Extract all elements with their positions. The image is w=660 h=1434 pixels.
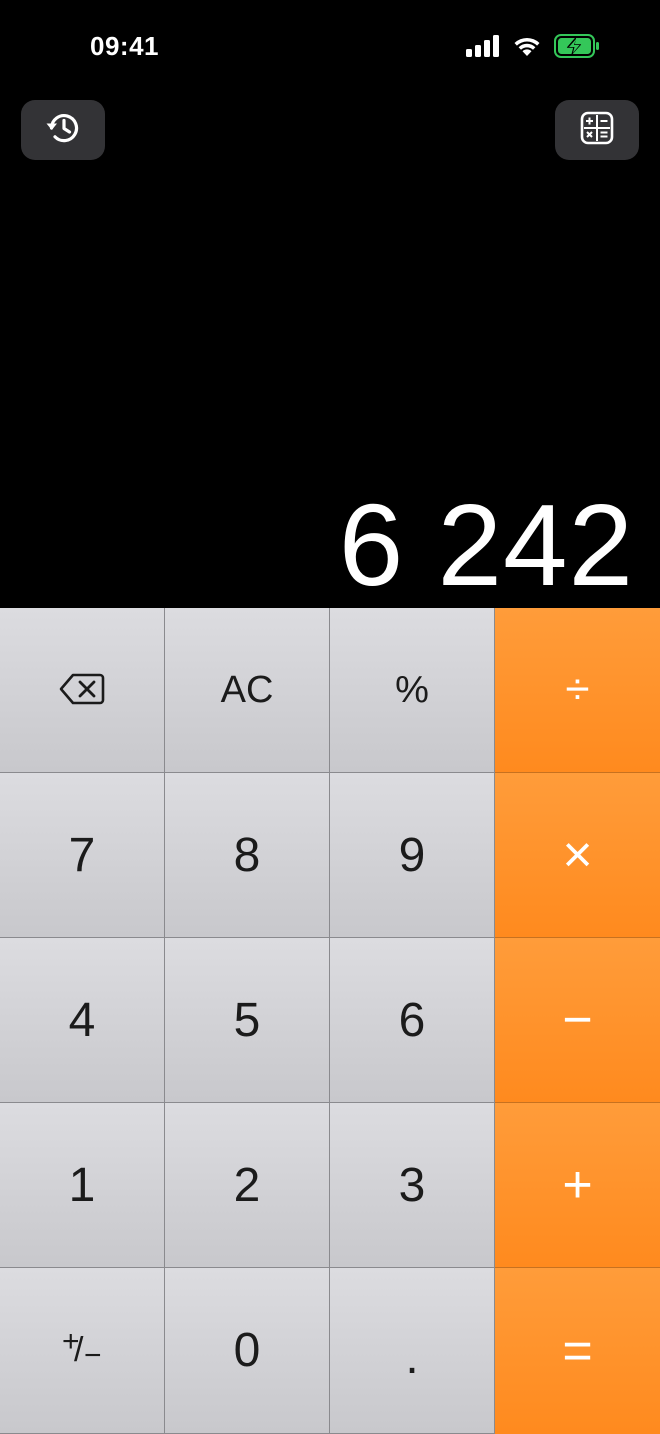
digit-0-button[interactable]: 0 — [165, 1268, 330, 1434]
digit-5-button[interactable]: 5 — [165, 938, 330, 1103]
divide-button[interactable]: ÷ — [495, 608, 660, 773]
equals-button[interactable]: = — [495, 1268, 660, 1434]
plus-minus-glyph: + / − — [62, 1325, 102, 1372]
keypad: AC % ÷ 7 8 9 × 4 5 6 − 1 2 3 + + / − 0 .… — [0, 608, 660, 1434]
plus-minus-button[interactable]: + / − — [0, 1268, 165, 1434]
cellular-signal-icon — [466, 35, 500, 57]
clock-history-icon — [43, 108, 83, 153]
status-bar: 09:41 — [0, 0, 660, 100]
decimal-button[interactable]: . — [330, 1268, 495, 1434]
digit-7-button[interactable]: 7 — [0, 773, 165, 938]
backspace-button[interactable] — [0, 608, 165, 773]
digit-6-button[interactable]: 6 — [330, 938, 495, 1103]
plus-minus-minus: − — [84, 1338, 102, 1372]
subtract-button[interactable]: − — [495, 938, 660, 1103]
digit-4-button[interactable]: 4 — [0, 938, 165, 1103]
all-clear-button[interactable]: AC — [165, 608, 330, 773]
add-button[interactable]: + — [495, 1103, 660, 1268]
digit-3-button[interactable]: 3 — [330, 1103, 495, 1268]
digit-9-button[interactable]: 9 — [330, 773, 495, 938]
battery-charging-icon — [554, 34, 600, 58]
status-time: 09:41 — [90, 31, 159, 61]
digit-1-button[interactable]: 1 — [0, 1103, 165, 1268]
wifi-icon — [512, 35, 542, 57]
digit-8-button[interactable]: 8 — [165, 773, 330, 938]
calculator-mode-button[interactable] — [555, 100, 639, 160]
digit-2-button[interactable]: 2 — [165, 1103, 330, 1268]
result-display: 6 242 — [338, 480, 634, 610]
calculator-mode-icon — [580, 111, 614, 150]
status-icons — [466, 34, 600, 58]
history-button[interactable] — [21, 100, 105, 160]
percent-button[interactable]: % — [330, 608, 495, 773]
backspace-icon — [59, 663, 105, 718]
plus-minus-slash: / — [74, 1330, 84, 1369]
multiply-button[interactable]: × — [495, 773, 660, 938]
